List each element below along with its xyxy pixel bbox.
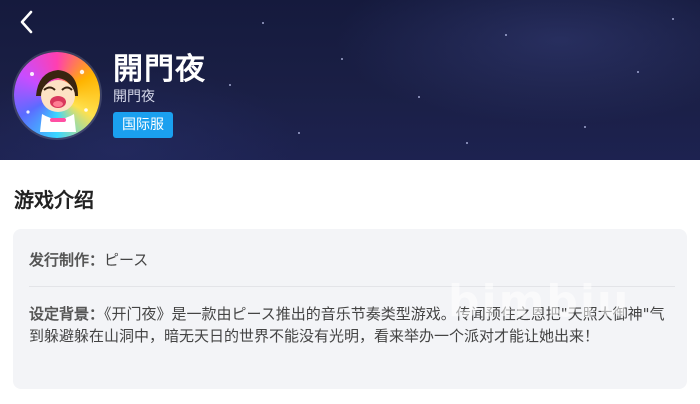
game-title: 開門夜 bbox=[113, 52, 206, 87]
game-header: 開門夜 開門夜 国际服 bbox=[0, 0, 700, 160]
star-decoration bbox=[298, 132, 300, 134]
game-avatar bbox=[14, 52, 100, 138]
divider bbox=[29, 286, 675, 287]
publisher-label: 发行制作： bbox=[29, 251, 105, 269]
game-character-icon bbox=[26, 69, 88, 132]
server-badge: 国际服 bbox=[113, 112, 173, 138]
game-info-card: 发行制作：ピース 设定背景：《开门夜》是一款由ピース推出的音乐节奏类型游戏。传闻… bbox=[13, 229, 687, 389]
background-row: 设定背景：《开门夜》是一款由ピース推出的音乐节奏类型游戏。传闻预住之恩把"天照大… bbox=[29, 303, 679, 347]
back-button[interactable] bbox=[12, 6, 42, 38]
publisher-row: 发行制作：ピース bbox=[29, 249, 148, 270]
background-text: 《开门夜》是一款由ピース推出的音乐节奏类型游戏。传闻预住之恩把"天照大御神"气到… bbox=[29, 305, 665, 345]
star-decoration bbox=[466, 142, 468, 144]
section-title: 游戏介绍 bbox=[14, 188, 94, 212]
chevron-left-icon bbox=[20, 10, 33, 34]
publisher-value: ピース bbox=[104, 251, 149, 269]
star-decoration bbox=[637, 71, 639, 73]
star-decoration bbox=[229, 84, 231, 86]
star-decoration bbox=[341, 58, 343, 60]
star-decoration bbox=[262, 22, 264, 24]
star-decoration bbox=[505, 34, 507, 36]
game-detail-page: 開門夜 開門夜 国际服 游戏介绍 发行制作：ピース 设定背景：《开门夜》是一款由… bbox=[0, 0, 700, 404]
star-decoration bbox=[418, 96, 420, 98]
star-decoration bbox=[584, 126, 586, 128]
background-label: 设定背景： bbox=[29, 305, 105, 323]
star-decoration bbox=[672, 18, 674, 20]
game-subtitle: 開門夜 bbox=[113, 89, 155, 105]
